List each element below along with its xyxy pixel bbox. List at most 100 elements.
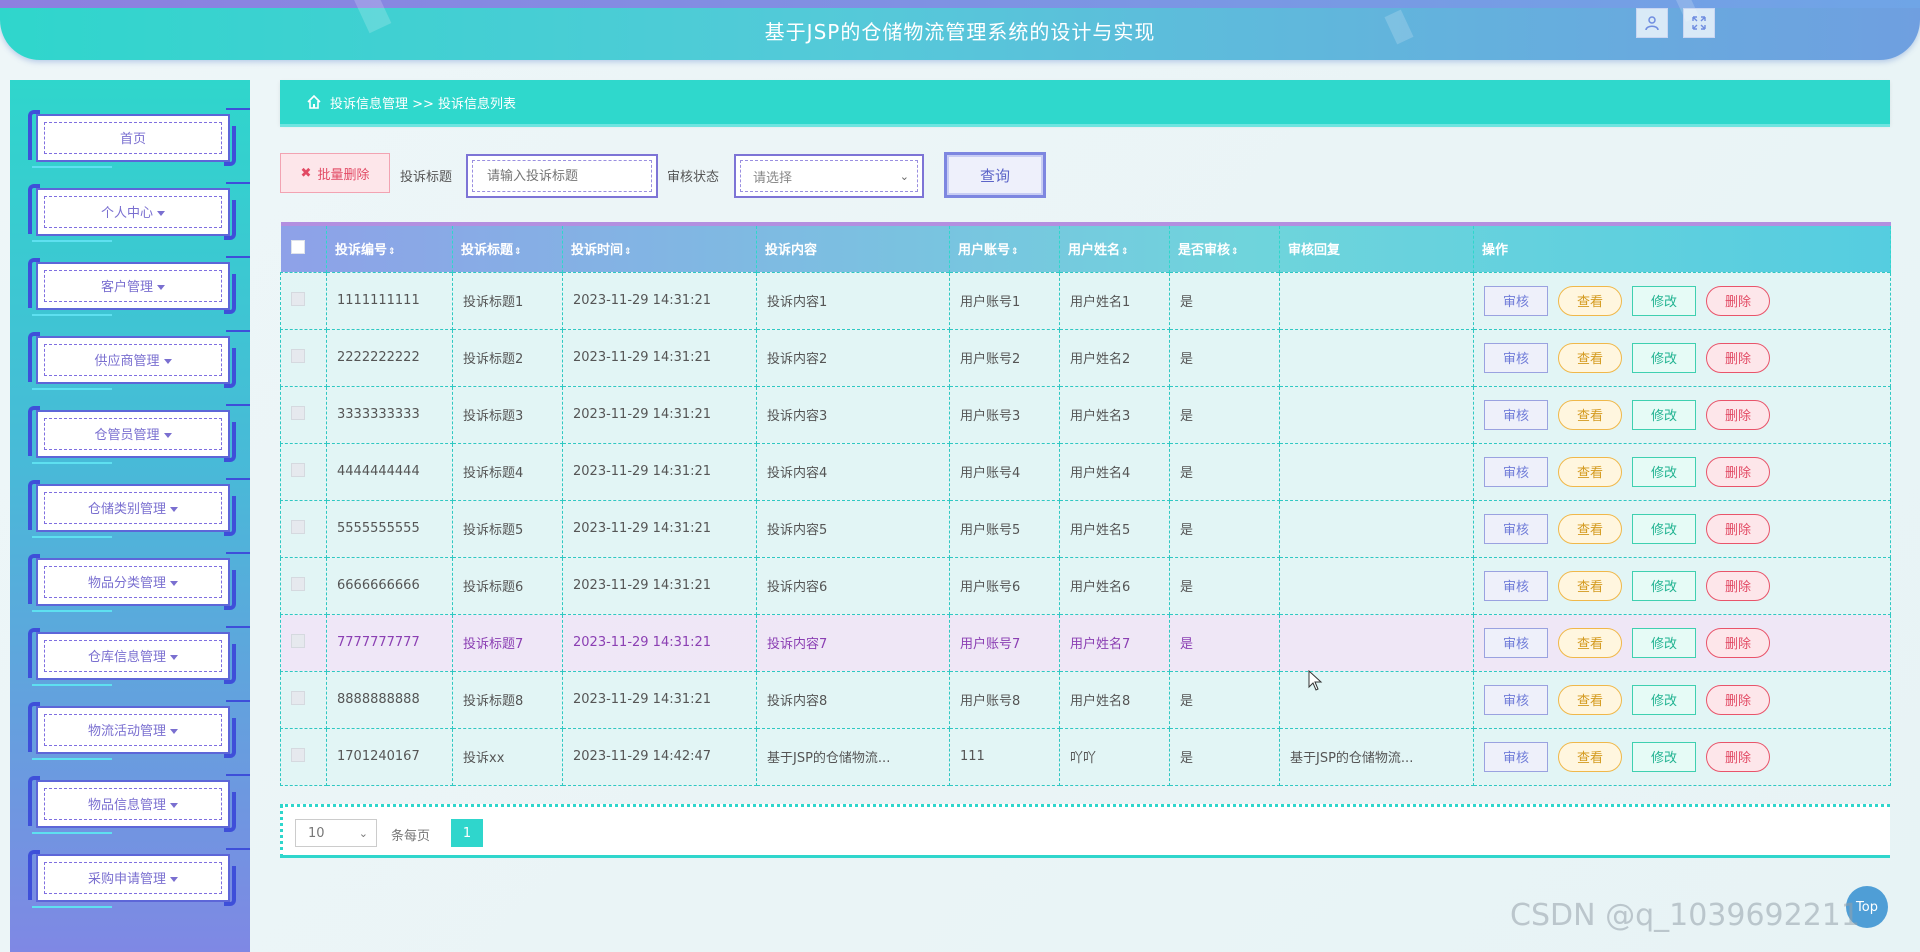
row-checkbox[interactable] [291, 690, 305, 705]
delete-button[interactable]: 删除 [1706, 570, 1770, 601]
edit-button[interactable]: 修改 [1632, 456, 1696, 487]
column-header: 审核回复 [1279, 224, 1474, 272]
sidebar-item-3[interactable]: 供应商管理 [28, 330, 250, 390]
row-checkbox[interactable] [291, 291, 305, 306]
column-header[interactable]: 用户姓名⇕ [1059, 224, 1170, 272]
sidebar-item-6[interactable]: 物品分类管理 [28, 552, 250, 612]
column-header[interactable]: 投诉标题⇕ [452, 224, 563, 272]
table-cell [1279, 499, 1474, 558]
view-button[interactable]: 查看 [1558, 513, 1622, 544]
sidebar-item-5[interactable]: 仓储类别管理 [28, 478, 250, 538]
sidebar-item-8[interactable]: 物流活动管理 [28, 700, 250, 760]
table-cell: 投诉标题2 [452, 328, 563, 387]
view-button[interactable]: 查看 [1558, 627, 1622, 658]
delete-button[interactable]: 删除 [1706, 456, 1770, 487]
column-header-label: 用户姓名 [1068, 243, 1121, 259]
sidebar-item-4[interactable]: 仓管员管理 [28, 404, 250, 464]
view-button[interactable]: 查看 [1558, 399, 1622, 430]
row-actions: 审核 查看 修改 删除 [1484, 342, 1890, 373]
row-checkbox[interactable] [291, 405, 305, 420]
audit-button[interactable]: 审核 [1484, 741, 1548, 772]
sidebar-item-1[interactable]: 个人中心 [28, 182, 250, 242]
batch-delete-button[interactable]: ✖ 批量删除 [280, 153, 390, 193]
table-row: 1111111111 投诉标题1 2023-11-29 14:31:21 投诉内容1 用… [280, 271, 1891, 330]
query-button[interactable]: 查询 [944, 152, 1046, 198]
edit-button[interactable]: 修改 [1632, 741, 1696, 772]
row-checkbox[interactable] [291, 348, 305, 363]
table-cell: 111 [949, 727, 1060, 786]
view-button[interactable]: 查看 [1558, 456, 1622, 487]
view-button[interactable]: 查看 [1558, 285, 1622, 316]
select-all-checkbox[interactable] [290, 239, 305, 254]
column-header[interactable]: 用户账号⇕ [949, 224, 1060, 272]
view-button[interactable]: 查看 [1558, 684, 1622, 715]
sidebar-item-10[interactable]: 采购申请管理 [28, 848, 250, 908]
audit-button[interactable]: 审核 [1484, 285, 1548, 316]
edit-button[interactable]: 修改 [1632, 342, 1696, 373]
delete-button[interactable]: 删除 [1706, 627, 1770, 658]
audit-button[interactable]: 审核 [1484, 456, 1548, 487]
column-header[interactable]: 是否审核⇕ [1169, 224, 1280, 272]
table-cell: 吖吖 [1059, 727, 1170, 786]
sidebar-item-9[interactable]: 物品信息管理 [28, 774, 250, 834]
fullscreen-button[interactable] [1683, 8, 1715, 38]
menu-line [32, 684, 112, 686]
page-number-1[interactable]: 1 [451, 819, 483, 847]
view-button[interactable]: 查看 [1558, 570, 1622, 601]
table-row: 2222222222 投诉标题2 2023-11-29 14:31:21 投诉内容2 用… [280, 328, 1891, 387]
edit-button[interactable]: 修改 [1632, 513, 1696, 544]
sidebar-item-label: 物流活动管理 [38, 720, 228, 739]
user-button[interactable] [1636, 8, 1668, 38]
column-header[interactable]: 投诉编号⇕ [326, 224, 453, 272]
edit-button[interactable]: 修改 [1632, 627, 1696, 658]
delete-button[interactable]: 删除 [1706, 342, 1770, 373]
sidebar-item-label: 客户管理 [38, 276, 228, 295]
row-checkbox[interactable] [291, 747, 305, 762]
column-header-label: 投诉标题 [461, 243, 514, 259]
page-size-select[interactable]: 10 ⌄ [295, 819, 377, 847]
audit-button[interactable]: 审核 [1484, 570, 1548, 601]
edit-button[interactable]: 修改 [1632, 399, 1696, 430]
table-cell: 用户姓名7 [1059, 613, 1170, 672]
row-checkbox[interactable] [291, 519, 305, 534]
view-button[interactable]: 查看 [1558, 342, 1622, 373]
menu-line [226, 700, 250, 702]
table-cell: 基于JSP的仓储物流... [1279, 727, 1474, 786]
edit-button[interactable]: 修改 [1632, 684, 1696, 715]
audit-button[interactable]: 审核 [1484, 627, 1548, 658]
sidebar-item-text: 客户管理 [100, 280, 153, 295]
delete-button[interactable]: 删除 [1706, 285, 1770, 316]
sidebar-item-0[interactable]: 首页 [28, 108, 250, 168]
sidebar-item-label: 仓管员管理 [38, 424, 228, 443]
delete-button[interactable]: 删除 [1706, 399, 1770, 430]
delete-button[interactable]: 删除 [1706, 741, 1770, 772]
table-cell: 用户账号4 [949, 442, 1060, 501]
table-cell: 8888888888 [326, 670, 453, 729]
column-header[interactable]: 投诉时间⇕ [562, 224, 757, 272]
table-cell: 投诉内容7 [756, 613, 950, 672]
status-select[interactable]: 请选择 ⌄ [734, 154, 924, 198]
table-cell: 用户姓名8 [1059, 670, 1170, 729]
view-button[interactable]: 查看 [1558, 741, 1622, 772]
audit-button[interactable]: 审核 [1484, 513, 1548, 544]
edit-button[interactable]: 修改 [1632, 570, 1696, 601]
edit-button[interactable]: 修改 [1632, 285, 1696, 316]
audit-button[interactable]: 审核 [1484, 342, 1548, 373]
table-cell: 投诉标题4 [452, 442, 563, 501]
sidebar-item-label: 个人中心 [38, 202, 228, 221]
menu-line [32, 758, 112, 760]
sidebar-item-2[interactable]: 客户管理 [28, 256, 250, 316]
table-cell: 7777777777 [326, 613, 453, 672]
audit-button[interactable]: 审核 [1484, 399, 1548, 430]
row-checkbox[interactable] [291, 462, 305, 477]
sidebar-item-label: 仓储类别管理 [38, 498, 228, 517]
row-checkbox[interactable] [291, 633, 305, 648]
table-cell: 投诉标题7 [452, 613, 563, 672]
sidebar-item-label: 物品分类管理 [38, 572, 228, 591]
delete-button[interactable]: 删除 [1706, 513, 1770, 544]
title-search-input[interactable] [472, 160, 652, 192]
audit-button[interactable]: 审核 [1484, 684, 1548, 715]
sidebar-item-7[interactable]: 仓库信息管理 [28, 626, 250, 686]
row-checkbox[interactable] [291, 576, 305, 591]
delete-button[interactable]: 删除 [1706, 684, 1770, 715]
